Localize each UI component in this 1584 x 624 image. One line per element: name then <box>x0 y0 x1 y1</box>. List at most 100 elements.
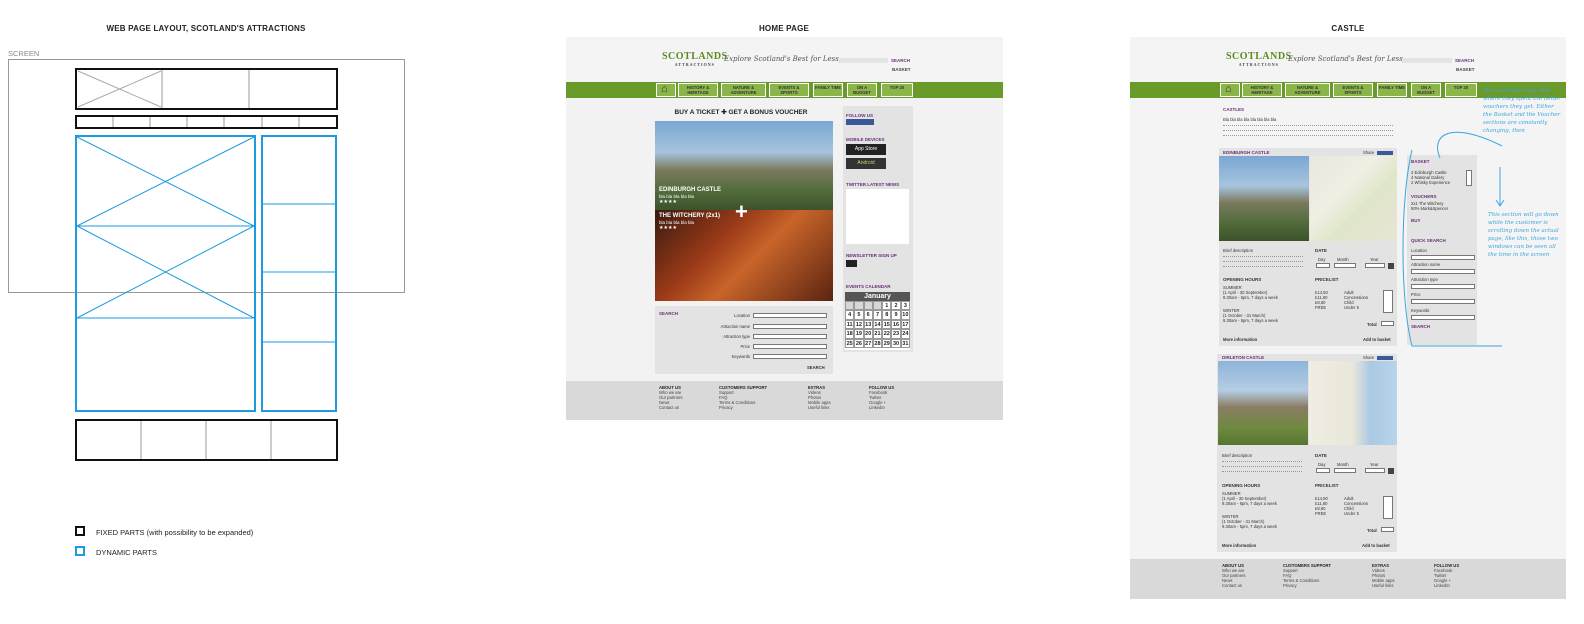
calendar-day[interactable]: 7 <box>872 310 883 320</box>
footer-link[interactable]: Useful links <box>808 405 829 410</box>
nav-budget[interactable]: ON A BUDGET <box>847 83 877 97</box>
nav-history[interactable]: HISTORY & HERITAGE <box>678 83 718 97</box>
calendar-day[interactable]: 2 <box>891 301 901 311</box>
calendar-day[interactable]: 5 <box>854 310 864 320</box>
nav-nature[interactable]: NATURE & ADVENTURE <box>1285 83 1330 97</box>
calendar-day[interactable]: 15 <box>882 319 892 330</box>
android-badge[interactable]: Android <box>846 158 886 169</box>
month-select[interactable] <box>1334 263 1356 268</box>
home-search-location[interactable] <box>753 313 827 318</box>
nav-family[interactable]: FAMILY TIME <box>1377 83 1407 97</box>
calendar-day[interactable]: 4 <box>845 310 855 320</box>
calendar-day[interactable]: 24 <box>900 329 910 339</box>
castle-photo[interactable] <box>1219 156 1309 241</box>
day-select[interactable] <box>1316 468 1330 473</box>
castle-item-name[interactable]: DIRLETON CASTLE <box>1222 355 1264 360</box>
home-search-name[interactable] <box>753 324 827 329</box>
twitter-feed[interactable] <box>846 189 909 244</box>
calendar-day[interactable]: 6 <box>863 310 873 320</box>
qs-keywords[interactable] <box>1411 315 1475 320</box>
castle-map[interactable] <box>1310 156 1397 241</box>
home-search-submit[interactable]: SEARCH <box>807 365 825 370</box>
home-basket-link[interactable]: BASKET <box>892 67 911 72</box>
share-label[interactable]: Share <box>1363 150 1374 155</box>
castle-photo[interactable] <box>1218 361 1308 445</box>
calendar-day[interactable]: 22 <box>882 329 892 339</box>
calendar-day[interactable]: 27 <box>863 338 873 348</box>
calendar-day[interactable]: 3 <box>900 301 910 311</box>
month-select[interactable] <box>1334 468 1356 473</box>
castle-logo[interactable]: SCOTLANDS ATTRACTIONS <box>1226 51 1292 67</box>
home-search-input[interactable] <box>838 58 888 63</box>
qs-name[interactable] <box>1411 269 1475 274</box>
mail-icon[interactable] <box>846 260 857 267</box>
calendar-day[interactable]: 11 <box>845 319 855 330</box>
calendar-day[interactable]: 21 <box>872 329 883 339</box>
castle-search-button[interactable]: SEARCH <box>1455 58 1474 63</box>
calendar-day[interactable]: 29 <box>882 338 892 348</box>
qs-price[interactable] <box>1411 299 1475 304</box>
home-icon[interactable] <box>1220 83 1240 97</box>
calendar-day[interactable]: 14 <box>872 319 883 330</box>
share-icons[interactable] <box>1377 356 1393 360</box>
footer-link[interactable]: Contact us <box>1222 583 1242 588</box>
calendar-day[interactable]: 30 <box>891 338 901 348</box>
nav-nature[interactable]: NATURE & ADVENTURE <box>721 83 766 97</box>
calendar-icon[interactable] <box>1388 263 1394 269</box>
add-to-basket-button[interactable]: Add to basket <box>1363 337 1391 342</box>
day-select[interactable] <box>1316 263 1330 268</box>
calendar-day[interactable]: 18 <box>845 329 855 339</box>
calendar-day[interactable]: 31 <box>900 338 910 348</box>
home-search-type[interactable] <box>753 334 827 339</box>
share-icons[interactable] <box>1377 151 1393 155</box>
nav-family[interactable]: FAMILY TIME <box>813 83 843 97</box>
castle-map[interactable] <box>1309 361 1397 445</box>
calendar-day[interactable]: 1 <box>882 301 892 311</box>
events-calendar[interactable]: January 1 2 3 4 5 6 7 8 9 10 11 12 13 14 15 16 17 18 19 20 2… <box>845 292 910 350</box>
footer-link[interactable]: Privacy <box>719 405 733 410</box>
calendar-day[interactable]: 26 <box>854 338 864 348</box>
calendar-day[interactable]: 12 <box>854 319 864 330</box>
more-information-link[interactable]: More information <box>1222 543 1256 548</box>
home-search-keywords[interactable] <box>753 354 827 359</box>
footer-link[interactable]: Useful links <box>1372 583 1393 588</box>
nav-history[interactable]: HISTORY & HERITAGE <box>1242 83 1282 97</box>
calendar-day[interactable]: 20 <box>863 329 873 339</box>
home-icon[interactable] <box>656 83 676 97</box>
calendar-day[interactable]: 19 <box>854 329 864 339</box>
nav-budget[interactable]: ON A BUDGET <box>1411 83 1441 97</box>
home-search-button[interactable]: SEARCH <box>891 58 910 63</box>
calendar-day[interactable]: 25 <box>845 338 855 348</box>
share-label[interactable]: Share <box>1363 355 1374 360</box>
quantity-steppers[interactable] <box>1383 496 1393 519</box>
nav-top20[interactable]: TOP 20 <box>881 83 913 97</box>
calendar-day[interactable]: 10 <box>900 310 910 320</box>
home-logo[interactable]: SCOTLANDS ATTRACTIONS <box>662 51 728 67</box>
footer-link[interactable]: LinkedIn <box>869 405 885 410</box>
calendar-day[interactable]: 13 <box>863 319 873 330</box>
footer-link[interactable]: Privacy <box>1283 583 1297 588</box>
footer-link[interactable]: Contact us <box>659 405 679 410</box>
nav-events[interactable]: EVENTS & SPORTS <box>769 83 809 97</box>
calendar-icon[interactable] <box>1388 468 1394 474</box>
year-select[interactable] <box>1365 263 1385 268</box>
basket-qty-box[interactable] <box>1466 170 1472 186</box>
qs-location[interactable] <box>1411 255 1475 260</box>
social-icons[interactable] <box>846 119 874 125</box>
nav-top20[interactable]: TOP 20 <box>1445 83 1477 97</box>
qs-type[interactable] <box>1411 284 1475 289</box>
calendar-day[interactable]: 9 <box>891 310 901 320</box>
footer-link[interactable]: LinkedIn <box>1434 583 1450 588</box>
quantity-steppers[interactable] <box>1383 290 1393 313</box>
home-search-price[interactable] <box>753 344 827 349</box>
app-store-badge[interactable]: App Store <box>846 144 886 155</box>
nav-events[interactable]: EVENTS & SPORTS <box>1333 83 1373 97</box>
calendar-day[interactable]: 8 <box>882 310 892 320</box>
castle-basket-link[interactable]: BASKET <box>1456 67 1475 72</box>
castle-item-name[interactable]: EDINBURGH CASTLE <box>1223 150 1270 155</box>
calendar-day[interactable]: 17 <box>900 319 910 330</box>
calendar-day[interactable]: 16 <box>891 319 901 330</box>
qs-search-button[interactable]: SEARCH <box>1411 324 1430 329</box>
castle-search-input[interactable] <box>1402 58 1452 63</box>
calendar-day[interactable]: 23 <box>891 329 901 339</box>
